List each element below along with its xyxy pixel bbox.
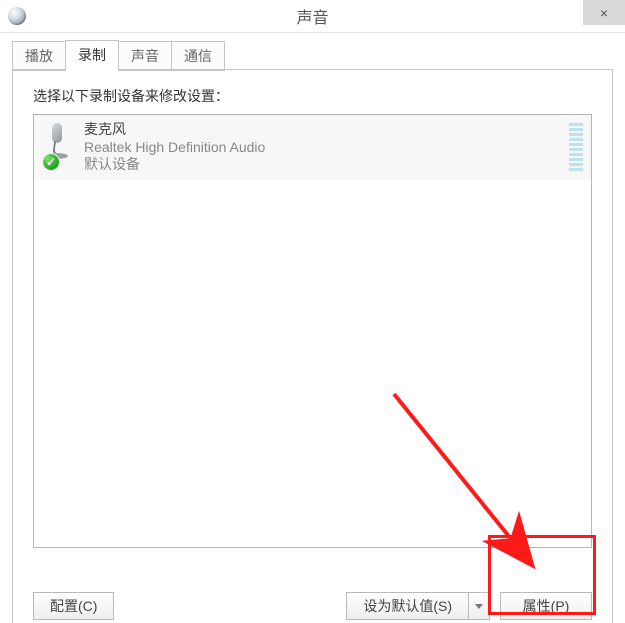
close-icon: × <box>600 6 608 20</box>
button-row: 配置(C) 设为默认值(S) 属性(P) <box>33 590 592 622</box>
titlebar: 声音 × <box>0 0 625 33</box>
set-default-button[interactable]: 设为默认值(S) <box>346 592 468 620</box>
properties-button[interactable]: 属性(P) <box>500 592 592 620</box>
tab-playback[interactable]: 播放 <box>12 41 66 71</box>
microphone-icon: ✓ <box>42 121 76 171</box>
list-item[interactable]: ✓ 麦克风 Realtek High Definition Audio 默认设备 <box>34 115 591 180</box>
app-sound-icon <box>8 7 26 25</box>
close-button[interactable]: × <box>583 0 625 25</box>
tab-panel: 选择以下录制设备来修改设置： ✓ 麦克风 Realtek High Defini… <box>12 69 613 623</box>
tabstrip: 播放 录制 声音 通信 <box>12 39 625 69</box>
window-title: 声音 <box>0 4 625 28</box>
device-list[interactable]: ✓ 麦克风 Realtek High Definition Audio 默认设备 <box>33 114 592 548</box>
chevron-down-icon <box>475 604 483 609</box>
device-text: 麦克风 Realtek High Definition Audio 默认设备 <box>84 121 569 174</box>
instruction-text: 选择以下录制设备来修改设置： <box>33 86 592 106</box>
device-description: Realtek High Definition Audio <box>84 139 569 157</box>
checkmark-icon: ✓ <box>42 153 60 171</box>
tab-sounds[interactable]: 声音 <box>118 41 172 71</box>
level-meter-icon <box>569 123 583 171</box>
device-status: 默认设备 <box>84 156 569 174</box>
device-name: 麦克风 <box>84 121 569 139</box>
configure-button[interactable]: 配置(C) <box>33 592 114 620</box>
set-default-dropdown[interactable] <box>468 592 490 620</box>
tab-recording[interactable]: 录制 <box>65 40 119 70</box>
tab-comms[interactable]: 通信 <box>171 41 225 71</box>
set-default-splitbutton: 设为默认值(S) <box>346 592 490 620</box>
